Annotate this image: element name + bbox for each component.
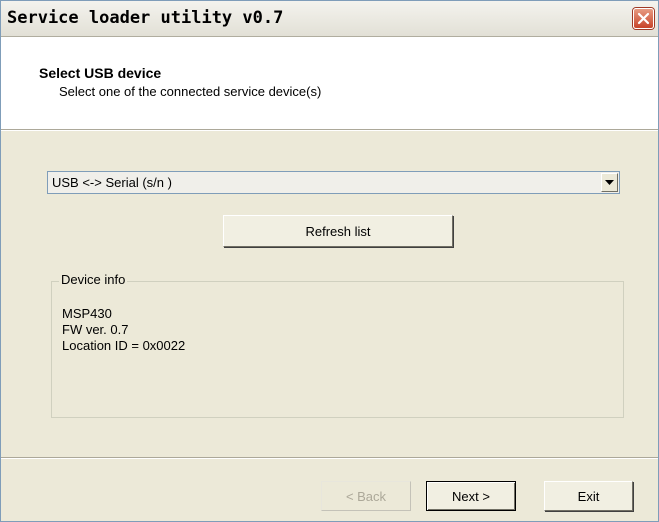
close-button[interactable] [633,8,654,29]
dropdown-button[interactable] [601,173,618,192]
dialog-window: Service loader utility v0.7 Select USB d… [0,0,659,522]
next-button[interactable]: Next > [426,481,516,511]
device-info-line: MSP430 [62,306,112,321]
title-bar[interactable]: Service loader utility v0.7 [1,1,658,37]
usb-device-select-value: USB <-> Serial (s/n ) [52,175,172,190]
window-title: Service loader utility v0.7 [7,8,284,28]
device-info-line: FW ver. 0.7 [62,322,129,337]
exit-button[interactable]: Exit [544,481,633,511]
device-info-line: Location ID = 0x0022 [62,338,186,353]
close-icon [637,12,650,25]
refresh-list-button[interactable]: Refresh list [223,215,453,247]
page-title: Select USB device [39,65,162,81]
page-subtitle: Select one of the connected service devi… [59,84,322,99]
usb-device-select[interactable]: USB <-> Serial (s/n ) [47,171,620,194]
wizard-header: Select USB device Select one of the conn… [1,37,658,130]
header-divider [1,130,658,131]
device-info-legend: Device info [59,272,128,287]
footer-divider-highlight [1,458,658,459]
back-button[interactable]: < Back [321,481,411,511]
chevron-down-icon [605,179,614,185]
